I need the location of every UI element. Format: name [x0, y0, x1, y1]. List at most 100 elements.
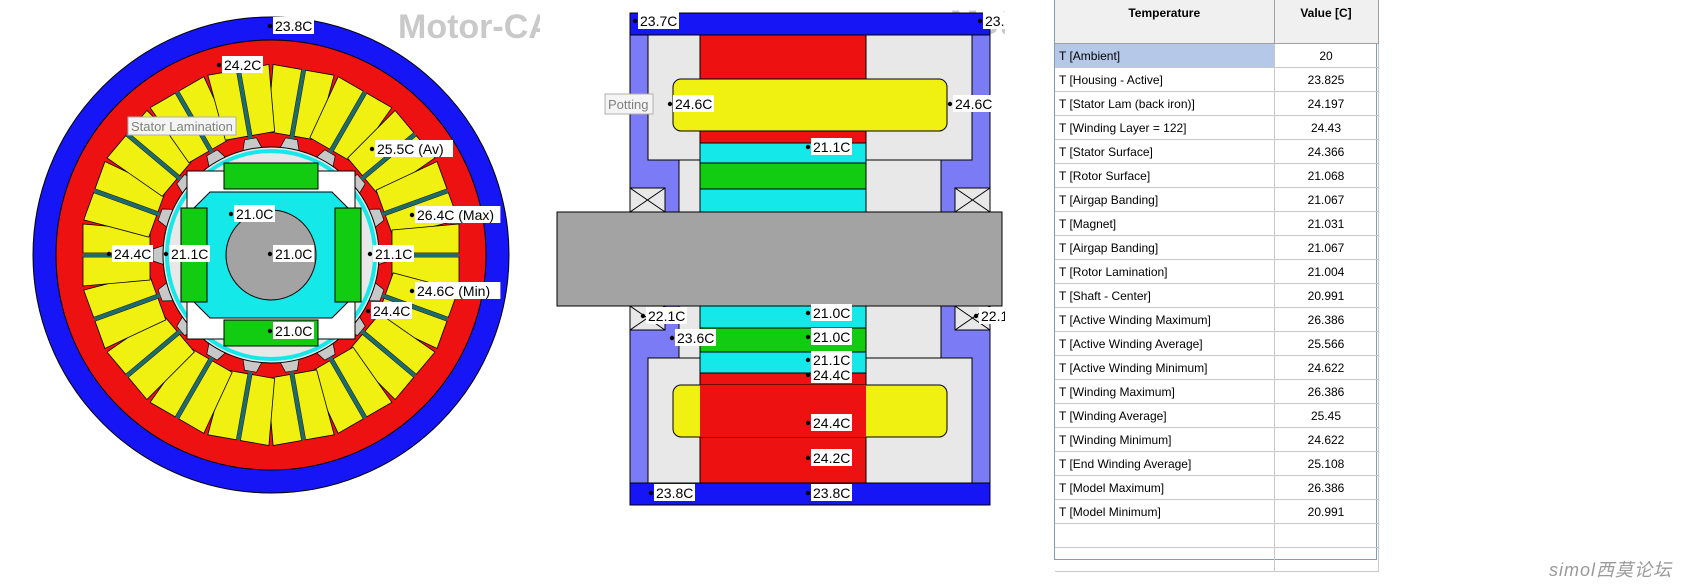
table-row[interactable]: T [Stator Surface] 24.366: [1055, 139, 1379, 164]
empty-row: [1055, 547, 1379, 572]
row-value-cell[interactable]: 21.031: [1274, 211, 1379, 236]
label-marker-dot: [267, 23, 273, 29]
row-name-cell[interactable]: T [Active Winding Maximum]: [1055, 307, 1275, 332]
table-row[interactable]: T [Active Winding Average] 25.566: [1055, 331, 1379, 356]
row-value-cell[interactable]: 25.566: [1274, 331, 1379, 356]
row-value-cell[interactable]: 24.197: [1274, 91, 1379, 116]
table-row[interactable]: T [Winding Minimum] 24.622: [1055, 427, 1379, 452]
row-name-cell[interactable]: T [Winding Layer = 122]: [1055, 115, 1275, 140]
row-value-cell[interactable]: 24.366: [1274, 139, 1379, 164]
table-row[interactable]: T [Active Winding Maximum] 26.386: [1055, 307, 1379, 332]
label-marker-dot: [267, 251, 273, 257]
table-row[interactable]: T [Airgap Banding] 21.067: [1055, 235, 1379, 260]
table-row[interactable]: T [Shaft - Center] 20.991: [1055, 283, 1379, 308]
temp-label-text: 21.0C: [275, 246, 312, 262]
row-value-cell[interactable]: 24.622: [1274, 355, 1379, 380]
table-row[interactable]: T [Winding Layer = 122] 24.43: [1055, 115, 1379, 140]
axial-cross-section-panel[interactable]: Motor-: [555, 0, 1056, 520]
table-row[interactable]: T [Rotor Lamination] 21.004: [1055, 259, 1379, 284]
row-value-cell[interactable]: 21.067: [1274, 187, 1379, 212]
empty-cell: [1274, 523, 1379, 548]
temperature-table[interactable]: Temperature Value [C] T [Ambient] 20 T [Ho…: [1055, 0, 1379, 572]
header-temperature[interactable]: Temperature: [1055, 0, 1275, 44]
bearing-top-left: [629, 187, 666, 213]
table-row[interactable]: T [Ambient] 20: [1055, 43, 1379, 68]
label-marker-dot: [228, 211, 234, 217]
table-row[interactable]: T [Housing - Active] 23.825: [1055, 67, 1379, 92]
row-name-cell[interactable]: T [Winding Average]: [1055, 403, 1275, 428]
table-row[interactable]: T [Magnet] 21.031: [1055, 211, 1379, 236]
row-value-cell[interactable]: 21.004: [1274, 259, 1379, 284]
label-marker-dot: [267, 328, 273, 334]
row-name-cell[interactable]: T [Airgap Banding]: [1055, 235, 1275, 260]
row-value-cell[interactable]: 20.991: [1274, 283, 1379, 308]
row-value-cell[interactable]: 26.386: [1274, 475, 1379, 500]
temp-label-text: 24.2C: [224, 57, 261, 73]
temp-label-text: 23.7C: [985, 13, 1005, 29]
empty-cell: [1055, 523, 1275, 548]
row-name-cell[interactable]: T [Active Winding Average]: [1055, 331, 1275, 356]
axial-cross-section[interactable]: Motor-: [555, 0, 1056, 520]
temp-label-magnet: 21.0C: [805, 328, 852, 345]
row-value-cell[interactable]: 25.45: [1274, 403, 1379, 428]
endspace-inner-right-bottom: [864, 305, 942, 359]
row-value-cell[interactable]: 26.386: [1274, 307, 1379, 332]
row-value-cell[interactable]: 24.43: [1274, 115, 1379, 140]
label-marker-dot: [632, 18, 638, 24]
temp-label-winding-max: 26.4C (Max): [409, 206, 501, 223]
table-row[interactable]: T [Airgap Banding] 21.067: [1055, 187, 1379, 212]
row-name-cell[interactable]: T [Rotor Lamination]: [1055, 259, 1275, 284]
row-value-cell[interactable]: 26.386: [1274, 379, 1379, 404]
radial-cross-section-panel[interactable]: Motor-CA Stator Lamination 23.8C 24.2C 25.…: [0, 0, 553, 540]
temp-label-left-bearing: 22.1C: [640, 307, 687, 324]
row-name-cell[interactable]: T [Magnet]: [1055, 211, 1275, 236]
row-value-cell[interactable]: 21.068: [1274, 163, 1379, 188]
row-name-cell[interactable]: T [Shaft - Center]: [1055, 283, 1275, 308]
temp-label-stator-surface: 24.4C: [805, 366, 852, 383]
table-row[interactable]: T [Model Minimum] 20.991: [1055, 499, 1379, 524]
header-value[interactable]: Value [C]: [1274, 0, 1379, 44]
temp-label-text: 24.6C (Min): [417, 283, 490, 299]
table-row[interactable]: T [Stator Lam (back iron)] 24.197: [1055, 91, 1379, 116]
table-row[interactable]: T [End Winding Average] 25.108: [1055, 451, 1379, 476]
row-name-cell[interactable]: T [Stator Lam (back iron)]: [1055, 91, 1275, 116]
label-marker-dot: [163, 251, 169, 257]
temp-label-housing-top: 23.8C: [267, 17, 314, 34]
row-name-cell[interactable]: T [Airgap Banding]: [1055, 187, 1275, 212]
magnet-top: [223, 162, 319, 190]
label-marker-dot: [409, 288, 415, 294]
temp-label-text: 24.4C: [373, 303, 410, 319]
row-value-cell[interactable]: 23.825: [1274, 67, 1379, 92]
table-row[interactable]: T [Rotor Surface] 21.068: [1055, 163, 1379, 188]
row-name-cell[interactable]: T [Model Maximum]: [1055, 475, 1275, 500]
label-marker-dot: [640, 313, 646, 319]
row-name-cell[interactable]: T [Ambient]: [1055, 43, 1275, 68]
row-value-cell[interactable]: 20.991: [1274, 499, 1379, 524]
temp-label-text: 24.2C: [813, 450, 850, 466]
temperature-table-panel[interactable]: Temperature Value [C] T [Ambient] 20 T [Ho…: [1054, 0, 1379, 572]
radial-cross-section[interactable]: Motor-CA Stator Lamination 23.8C 24.2C 25.…: [0, 0, 553, 540]
row-value-cell[interactable]: 24.622: [1274, 427, 1379, 452]
table-row[interactable]: T [Active Winding Minimum] 24.622: [1055, 355, 1379, 380]
row-name-cell[interactable]: T [Winding Minimum]: [1055, 427, 1275, 452]
label-marker-dot: [367, 251, 373, 257]
row-name-cell[interactable]: T [Winding Maximum]: [1055, 379, 1275, 404]
row-name-cell[interactable]: T [Rotor Surface]: [1055, 163, 1275, 188]
empty-cell: [1055, 547, 1275, 572]
row-name-cell[interactable]: T [Stator Surface]: [1055, 139, 1275, 164]
row-name-cell[interactable]: T [Housing - Active]: [1055, 67, 1275, 92]
table-row[interactable]: T [Winding Average] 25.45: [1055, 403, 1379, 428]
row-name-cell[interactable]: T [Model Minimum]: [1055, 499, 1275, 524]
table-row[interactable]: T [Winding Maximum] 26.386: [1055, 379, 1379, 404]
endspace-inner-right-top: [864, 159, 942, 213]
row-name-cell[interactable]: T [End Winding Average]: [1055, 451, 1275, 476]
row-value-cell[interactable]: 25.108: [1274, 451, 1379, 476]
temp-label-text: 23.6C: [677, 330, 714, 346]
row-value-cell[interactable]: 20: [1274, 43, 1379, 68]
row-value-cell[interactable]: 21.067: [1274, 235, 1379, 260]
table-row[interactable]: T [Model Maximum] 26.386: [1055, 475, 1379, 500]
temp-label-text: 24.4C: [813, 415, 850, 431]
row-name-cell[interactable]: T [Active Winding Minimum]: [1055, 355, 1275, 380]
temp-label-text: 25.5C (Av): [377, 141, 444, 157]
shaft-axial: [556, 211, 1003, 307]
